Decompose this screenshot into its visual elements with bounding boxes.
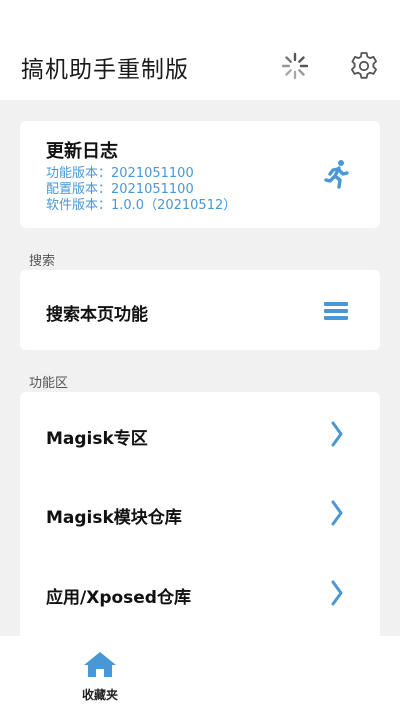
app-bar: 搞机助手重制版 <box>0 0 400 100</box>
app-title: 搞机助手重制版 <box>21 57 189 83</box>
search-section-label: 搜索 <box>29 254 56 269</box>
changelog-card[interactable]: 更新日志 功能版本：2021051100 配置版本：2021051100 软件版… <box>20 121 380 228</box>
running-person-icon <box>324 159 350 189</box>
chevron-right-icon <box>330 499 344 527</box>
chevron-right-icon <box>330 420 344 448</box>
search-page-features-label: 搜索本页功能 <box>46 305 148 325</box>
home-icon <box>84 652 116 677</box>
features-section-label: 功能区 <box>29 376 69 391</box>
feature-row-xposed[interactable]: 应用/Xposed仓库 <box>20 553 380 633</box>
feature-label: 应用/Xposed仓库 <box>46 588 191 608</box>
feature-row-magisk[interactable]: Magisk专区 <box>20 394 380 474</box>
feature-version-text: 功能版本：2021051100 <box>46 166 194 181</box>
search-card[interactable]: 搜索本页功能 <box>20 270 380 350</box>
feature-label: Magisk专区 <box>46 429 148 449</box>
feature-row-magisk-modules[interactable]: Magisk模块仓库 <box>20 473 380 553</box>
features-card: Magisk专区 Magisk模块仓库 应用/Xposed仓库 <box>20 392 380 652</box>
feature-label: Magisk模块仓库 <box>46 508 182 528</box>
software-version-text: 软件版本：1.0.0（20210512） <box>46 198 237 213</box>
nav-item-favorites[interactable]: 收藏夹 <box>70 650 130 706</box>
chevron-right-icon <box>330 579 344 607</box>
nav-item-label: 收藏夹 <box>81 688 118 702</box>
menu-icon[interactable] <box>324 301 348 321</box>
loading-spinner-icon[interactable] <box>277 48 313 84</box>
bottom-nav: 收藏夹 <box>0 636 400 711</box>
changelog-title: 更新日志 <box>46 141 118 162</box>
gear-icon[interactable] <box>346 48 382 84</box>
config-version-text: 配置版本：2021051100 <box>46 182 194 197</box>
